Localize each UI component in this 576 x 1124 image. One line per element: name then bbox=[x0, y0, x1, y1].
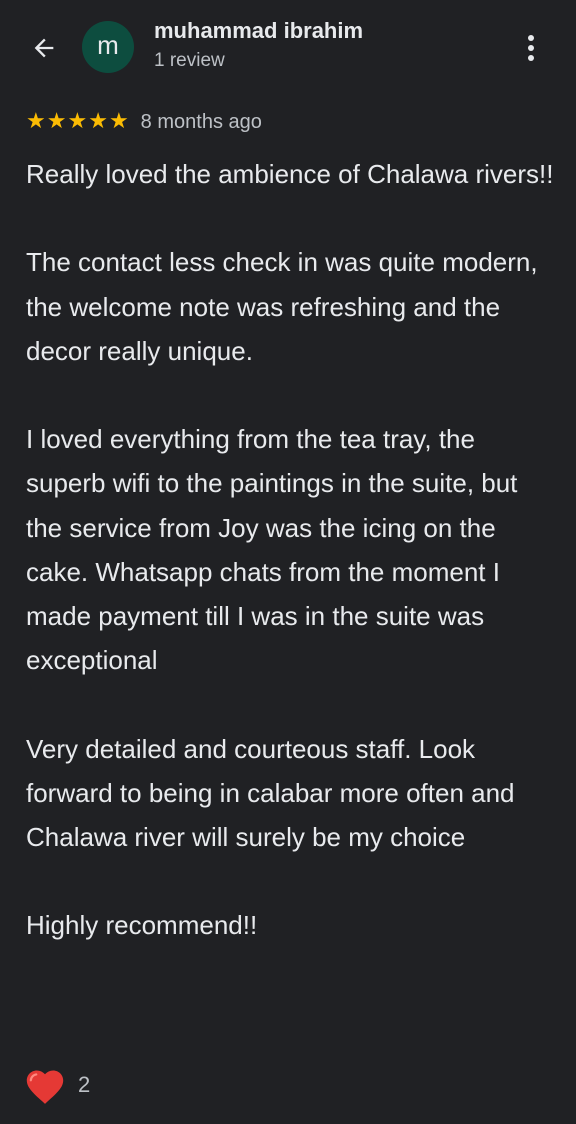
star-icon: ★ bbox=[46, 109, 67, 134]
review-text: Really loved the ambience of Chalawa riv… bbox=[26, 152, 556, 992]
more-vert-icon bbox=[528, 35, 534, 41]
heart-icon bbox=[26, 1070, 64, 1104]
review-header: m muhammad ibrahim 1 review bbox=[0, 0, 576, 96]
review-meta: ★ ★ ★ ★ ★ 8 months ago bbox=[26, 108, 262, 136]
like-button[interactable] bbox=[22, 1062, 68, 1108]
star-icon: ★ bbox=[67, 109, 88, 134]
review-paragraph: Very detailed and courteous staff. Look … bbox=[26, 733, 515, 852]
review-count: 1 review bbox=[154, 50, 225, 71]
like-count: 2 bbox=[78, 1072, 91, 1097]
avatar[interactable]: m bbox=[82, 21, 134, 73]
user-name[interactable]: muhammad ibrahim bbox=[154, 18, 363, 44]
arrow-back-icon bbox=[34, 38, 54, 58]
review-paragraph: I loved everything from the tea tray, th… bbox=[26, 424, 518, 676]
review-paragraph: Highly recommend!! bbox=[26, 910, 258, 941]
star-icon: ★ bbox=[26, 109, 46, 134]
star-icon: ★ bbox=[108, 109, 129, 134]
reaction-bar: 2 bbox=[22, 1062, 90, 1108]
review-paragraph: Really loved the ambience of Chalawa riv… bbox=[26, 159, 554, 189]
star-rating: ★ ★ ★ ★ ★ bbox=[26, 111, 129, 133]
review-time: 8 months ago bbox=[140, 110, 262, 133]
more-options-button[interactable] bbox=[514, 30, 548, 66]
star-icon: ★ bbox=[88, 109, 108, 134]
back-button[interactable] bbox=[24, 28, 64, 68]
avatar-letter: m bbox=[97, 30, 119, 60]
review-paragraph: The contact less check in was quite mode… bbox=[26, 247, 538, 366]
